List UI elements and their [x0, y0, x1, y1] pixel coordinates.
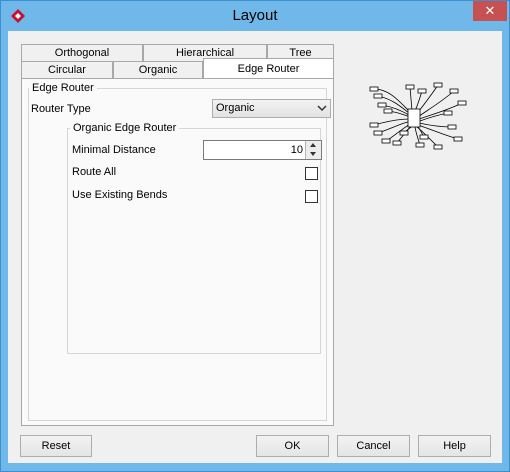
minimal-distance-spinner[interactable]: 10 [203, 140, 322, 160]
tab-organic[interactable]: Organic [113, 61, 203, 78]
organic-edge-router-preview-icon [369, 82, 467, 150]
spin-down-button[interactable] [305, 150, 321, 159]
arrow-up-icon [310, 143, 316, 147]
route-all-checkbox[interactable] [305, 167, 318, 180]
reset-button[interactable]: Reset [20, 435, 92, 457]
ok-button[interactable]: OK [256, 435, 329, 457]
layout-dialog: Layout ✕ Orthogonal Hierarchical Tree Ci… [0, 0, 510, 472]
close-button[interactable]: ✕ [473, 1, 507, 21]
chevron-down-icon [317, 105, 327, 112]
title-bar[interactable]: Layout ✕ [1, 1, 509, 31]
organic-edge-router-group-label: Organic Edge Router [70, 122, 180, 134]
cancel-button[interactable]: Cancel [337, 435, 410, 457]
edge-router-group-label: Edge Router [29, 82, 97, 94]
arrow-down-icon [310, 152, 316, 156]
tab-circular[interactable]: Circular [21, 61, 113, 78]
edge-router-panel: Edge Router Router Type Organic Organic … [21, 78, 334, 426]
minimal-distance-value: 10 [290, 144, 303, 156]
use-existing-bends-label: Use Existing Bends [72, 189, 168, 201]
dialog-client-area: Orthogonal Hierarchical Tree Circular Or… [8, 31, 502, 463]
route-all-label: Route All [72, 166, 117, 178]
tab-orthogonal[interactable]: Orthogonal [21, 44, 143, 61]
router-type-label: Router Type [31, 103, 91, 115]
tab-edge-router[interactable]: Edge Router [203, 58, 334, 78]
window-title: Layout [232, 7, 278, 24]
use-existing-bends-checkbox[interactable] [305, 190, 318, 203]
organic-edge-router-group [67, 128, 321, 354]
minimal-distance-label: Minimal Distance [72, 144, 156, 156]
help-button[interactable]: Help [418, 435, 491, 457]
router-type-value: Organic [216, 102, 255, 114]
router-type-select[interactable]: Organic [212, 99, 331, 118]
